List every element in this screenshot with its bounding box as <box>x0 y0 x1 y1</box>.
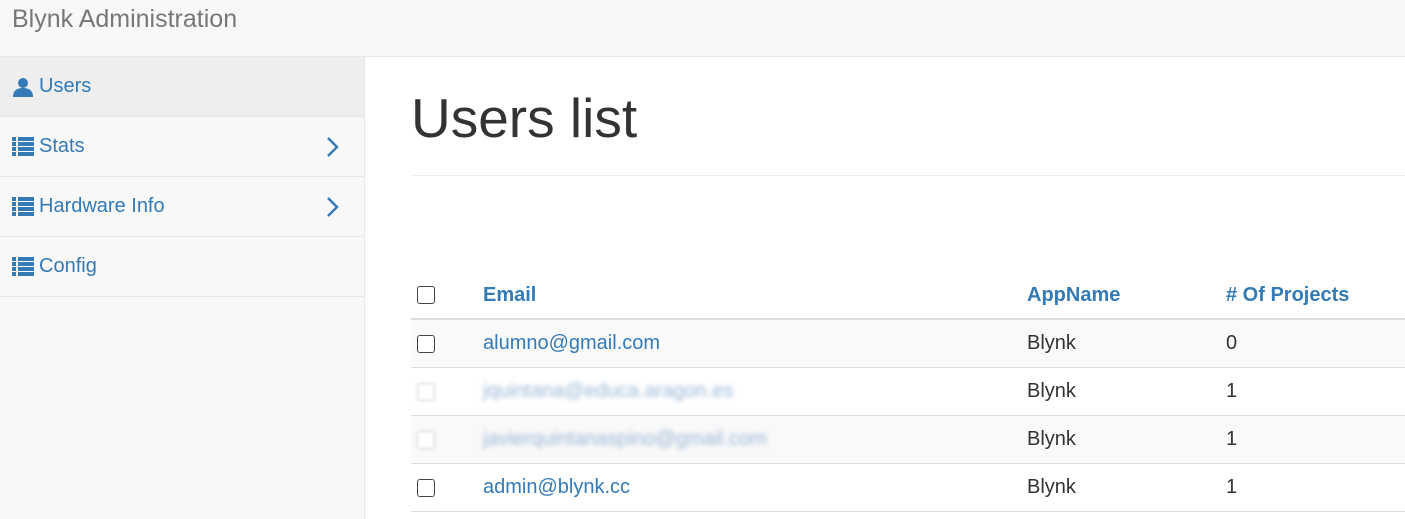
table-row[interactable]: jquintana@educa.aragon.es Blynk 1 <box>411 367 1405 416</box>
table-row[interactable]: alumno@gmail.com Blynk 0 <box>411 319 1405 368</box>
divider <box>411 175 1405 176</box>
app-title[interactable]: Blynk Administration <box>12 4 237 34</box>
sidebar-item-label: Config <box>39 255 97 277</box>
email-cell: admin@blynk.cc <box>483 463 1027 512</box>
row-check-cell <box>411 463 483 512</box>
sidebar-item-label: Stats <box>39 135 85 157</box>
projects-column-header[interactable]: # Of Projects <box>1226 272 1405 320</box>
select-all-cell <box>411 272 483 320</box>
projects-cell: 1 <box>1226 367 1405 416</box>
sidebar: Users Stats Hardware Info Config <box>0 57 365 519</box>
appname-cell: Blynk <box>1027 463 1226 512</box>
sidebar-item-label: Hardware Info <box>39 195 165 217</box>
appname-cell: Blynk <box>1027 367 1226 416</box>
sidebar-item-stats[interactable]: Stats <box>0 117 364 177</box>
appname-column-header[interactable]: AppName <box>1027 272 1226 320</box>
table-header-row: Email AppName # Of Projects <box>411 272 1405 320</box>
row-checkbox[interactable] <box>417 334 435 353</box>
row-check-cell <box>411 319 483 368</box>
email-link[interactable]: alumno@gmail.com <box>483 332 660 354</box>
email-cell: alumno@gmail.com <box>483 319 1027 368</box>
user-icon <box>12 76 34 98</box>
top-navbar: Blynk Administration <box>0 0 1405 57</box>
projects-cell: 1 <box>1226 415 1405 464</box>
row-checkbox[interactable] <box>417 430 435 449</box>
row-checkbox[interactable] <box>417 382 435 401</box>
list-icon <box>12 136 34 158</box>
row-check-cell <box>411 367 483 416</box>
email-cell: javierquintanaspino@gmail.com <box>483 415 1027 464</box>
email-link[interactable]: jquintana@educa.aragon.es <box>483 380 734 402</box>
appname-cell: Blynk <box>1027 415 1226 464</box>
sidebar-item-users[interactable]: Users <box>0 57 364 117</box>
select-all-checkbox[interactable] <box>417 286 435 305</box>
email-link[interactable]: javierquintanaspino@gmail.com <box>483 428 767 450</box>
row-check-cell <box>411 415 483 464</box>
row-checkbox[interactable] <box>417 478 435 497</box>
appname-cell: Blynk <box>1027 319 1226 368</box>
table-row[interactable]: admin@blynk.cc Blynk 1 <box>411 463 1405 512</box>
list-icon <box>12 256 34 278</box>
email-column-header[interactable]: Email <box>483 272 1027 320</box>
sidebar-item-config[interactable]: Config <box>0 237 364 297</box>
page-title: Users list <box>411 87 638 149</box>
users-table: Email AppName # Of Projects alumno@gmail… <box>411 272 1405 512</box>
sidebar-item-hardware-info[interactable]: Hardware Info <box>0 177 364 237</box>
chevron-right-icon <box>327 136 339 157</box>
email-link[interactable]: admin@blynk.cc <box>483 476 630 498</box>
chevron-right-icon <box>327 196 339 217</box>
email-cell: jquintana@educa.aragon.es <box>483 367 1027 416</box>
table-row[interactable]: javierquintanaspino@gmail.com Blynk 1 <box>411 415 1405 464</box>
list-icon <box>12 196 34 218</box>
projects-cell: 1 <box>1226 463 1405 512</box>
projects-cell: 0 <box>1226 319 1405 368</box>
sidebar-item-label: Users <box>39 75 92 97</box>
